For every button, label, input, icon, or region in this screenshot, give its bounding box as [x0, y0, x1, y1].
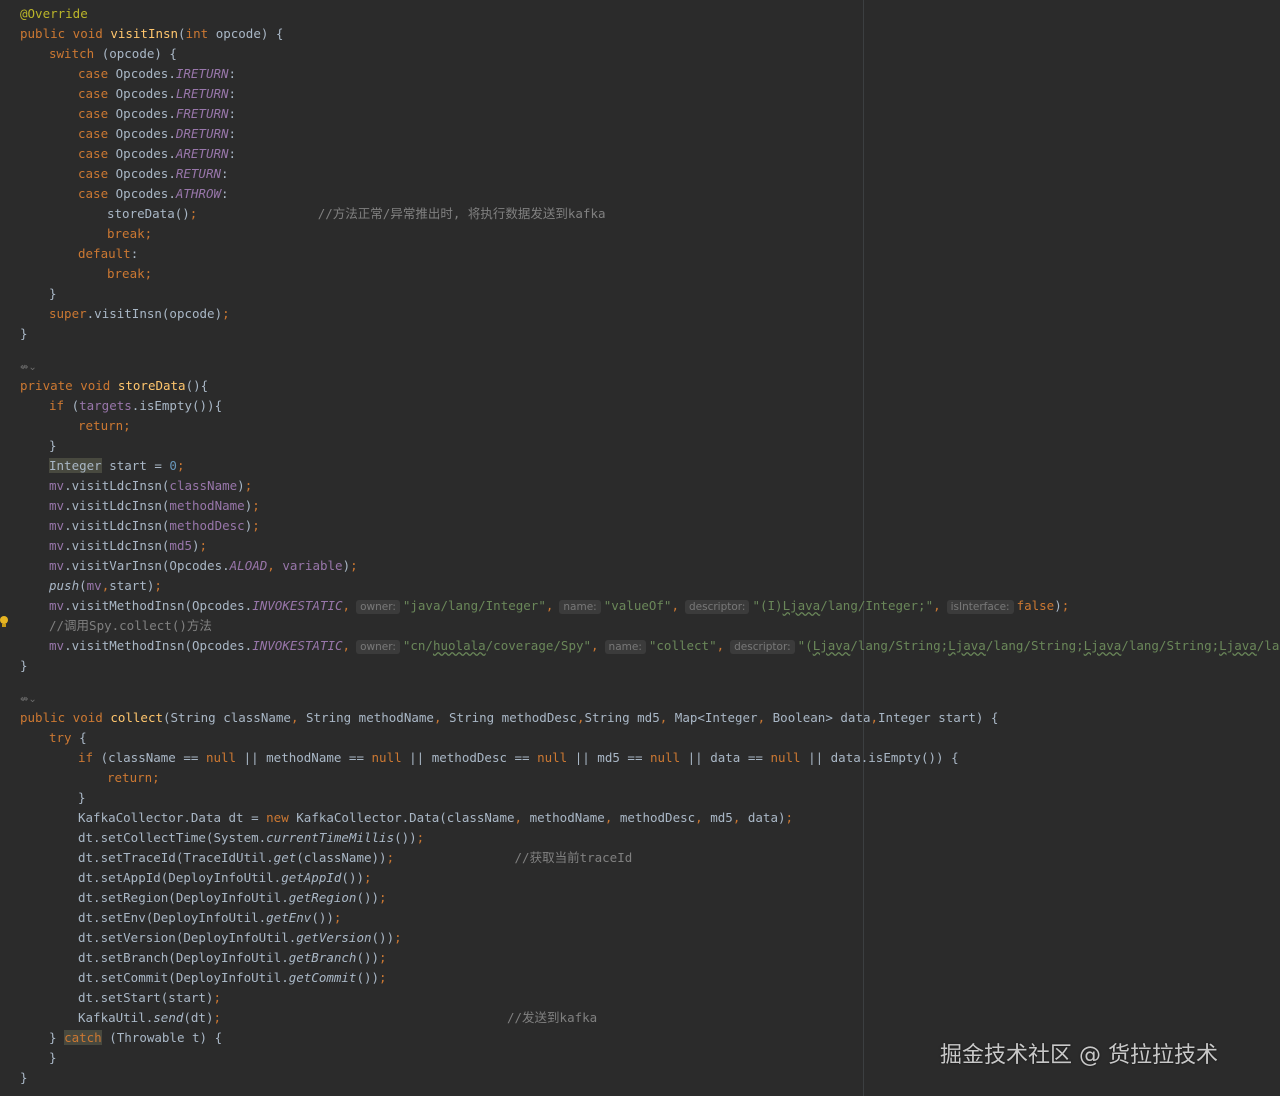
code-line[interactable]: dt.setCollectTime(System.currentTimeMill… [78, 828, 424, 848]
code-line[interactable]: mv.visitLdcInsn(methodDesc); [49, 516, 260, 536]
param-hint: name: [559, 600, 601, 614]
code-line[interactable]: KafkaUtil.send(dt); //发送到kafka [78, 1008, 597, 1028]
code-line[interactable]: public void visitInsn(int opcode) { [20, 24, 283, 44]
code-editor[interactable]: @Override public void visitInsn(int opco… [0, 0, 1280, 1096]
code-line[interactable]: if (className == null || methodName == n… [78, 748, 959, 768]
lightbulb-icon[interactable] [0, 616, 8, 628]
code-line[interactable]: } [49, 284, 57, 304]
code-line[interactable]: mv.visitLdcInsn(md5); [49, 536, 207, 556]
code-line[interactable]: case Opcodes.IRETURN: [78, 64, 236, 84]
code-line[interactable]: mv.visitVarInsn(Opcodes.ALOAD, variable)… [49, 556, 358, 576]
code-comment: //调用Spy.collect()方法 [49, 618, 212, 633]
code-line[interactable]: return; [78, 416, 131, 436]
code-line[interactable]: break; [107, 224, 152, 244]
gutter-usages-icon[interactable]: ⇎⌄ [20, 362, 37, 376]
code-comment: //获取当前traceId [514, 850, 633, 865]
code-line[interactable]: storeData(); //方法正常/异常推出时, 将执行数据发送到kafka [107, 204, 606, 224]
code-line[interactable]: } [20, 656, 28, 676]
code-line[interactable]: switch (opcode) { [49, 44, 177, 64]
code-line[interactable]: } [20, 324, 28, 344]
code-line[interactable]: mv.visitMethodInsn(Opcodes.INVOKESTATIC,… [49, 636, 1280, 656]
code-line[interactable]: } catch (Throwable t) { [49, 1028, 222, 1048]
code-line[interactable]: case Opcodes.FRETURN: [78, 104, 236, 124]
code-comment: //发送到kafka [507, 1010, 598, 1025]
code-line[interactable]: default: [78, 244, 138, 264]
code-line[interactable]: break; [107, 264, 152, 284]
code-line[interactable]: } [49, 436, 57, 456]
code-line[interactable]: dt.setEnv(DeployInfoUtil.getEnv()); [78, 908, 341, 928]
gutter-usages-icon[interactable]: ⇎⌄ [20, 694, 37, 708]
code-line[interactable]: if (targets.isEmpty()){ [49, 396, 222, 416]
code-line[interactable]: dt.setTraceId(TraceIdUtil.get(className)… [78, 848, 632, 868]
code-line[interactable]: mv.visitMethodInsn(Opcodes.INVOKESTATIC,… [49, 596, 1069, 616]
code-line[interactable]: case Opcodes.DRETURN: [78, 124, 236, 144]
code-line[interactable]: KafkaCollector.Data dt = new KafkaCollec… [78, 808, 793, 828]
code-line[interactable]: case Opcodes.ARETURN: [78, 144, 236, 164]
param-hint: owner: [356, 600, 400, 614]
code-line[interactable]: return; [107, 768, 160, 788]
code-line[interactable]: dt.setRegion(DeployInfoUtil.getRegion())… [78, 888, 387, 908]
code-line[interactable]: push(mv,start); [49, 576, 162, 596]
code-line[interactable]: private void storeData(){ [20, 376, 208, 396]
code-line[interactable]: } [78, 788, 86, 808]
code-line[interactable]: dt.setStart(start); [78, 988, 221, 1008]
code-line[interactable]: case Opcodes.ATHROW: [78, 184, 229, 204]
param-hint: name: [604, 640, 646, 654]
code-line[interactable]: dt.setBranch(DeployInfoUtil.getBranch())… [78, 948, 387, 968]
code-line[interactable]: @Override [20, 4, 88, 24]
code-line[interactable]: case Opcodes.RETURN: [78, 164, 229, 184]
code-line[interactable]: dt.setAppId(DeployInfoUtil.getAppId()); [78, 868, 372, 888]
code-comment: //方法正常/异常推出时, 将执行数据发送到kafka [317, 206, 606, 221]
code-line[interactable]: mv.visitLdcInsn(className); [49, 476, 252, 496]
watermark-text: 掘金技术社区 @ 货拉拉技术 [940, 1043, 1218, 1068]
param-hint: isInterface: [946, 600, 1014, 614]
code-line[interactable]: } [20, 1068, 28, 1088]
param-hint: descriptor: [730, 640, 795, 654]
code-line[interactable]: dt.setCommit(DeployInfoUtil.getCommit())… [78, 968, 387, 988]
code-line[interactable]: dt.setVersion(DeployInfoUtil.getVersion(… [78, 928, 402, 948]
code-line[interactable]: try { [49, 728, 87, 748]
code-line[interactable]: super.visitInsn(opcode); [49, 304, 230, 324]
code-line[interactable]: case Opcodes.LRETURN: [78, 84, 236, 104]
param-hint: descriptor: [684, 600, 750, 614]
code-line[interactable]: } [49, 1048, 57, 1068]
code-line[interactable]: mv.visitLdcInsn(methodName); [49, 496, 260, 516]
code-line[interactable]: public void collect(String className, St… [20, 708, 998, 728]
code-line[interactable]: //调用Spy.collect()方法 [49, 616, 212, 636]
code-line[interactable]: Integer start = 0; [49, 456, 184, 476]
right-margin-guide [863, 0, 864, 1096]
param-hint: owner: [356, 640, 400, 654]
